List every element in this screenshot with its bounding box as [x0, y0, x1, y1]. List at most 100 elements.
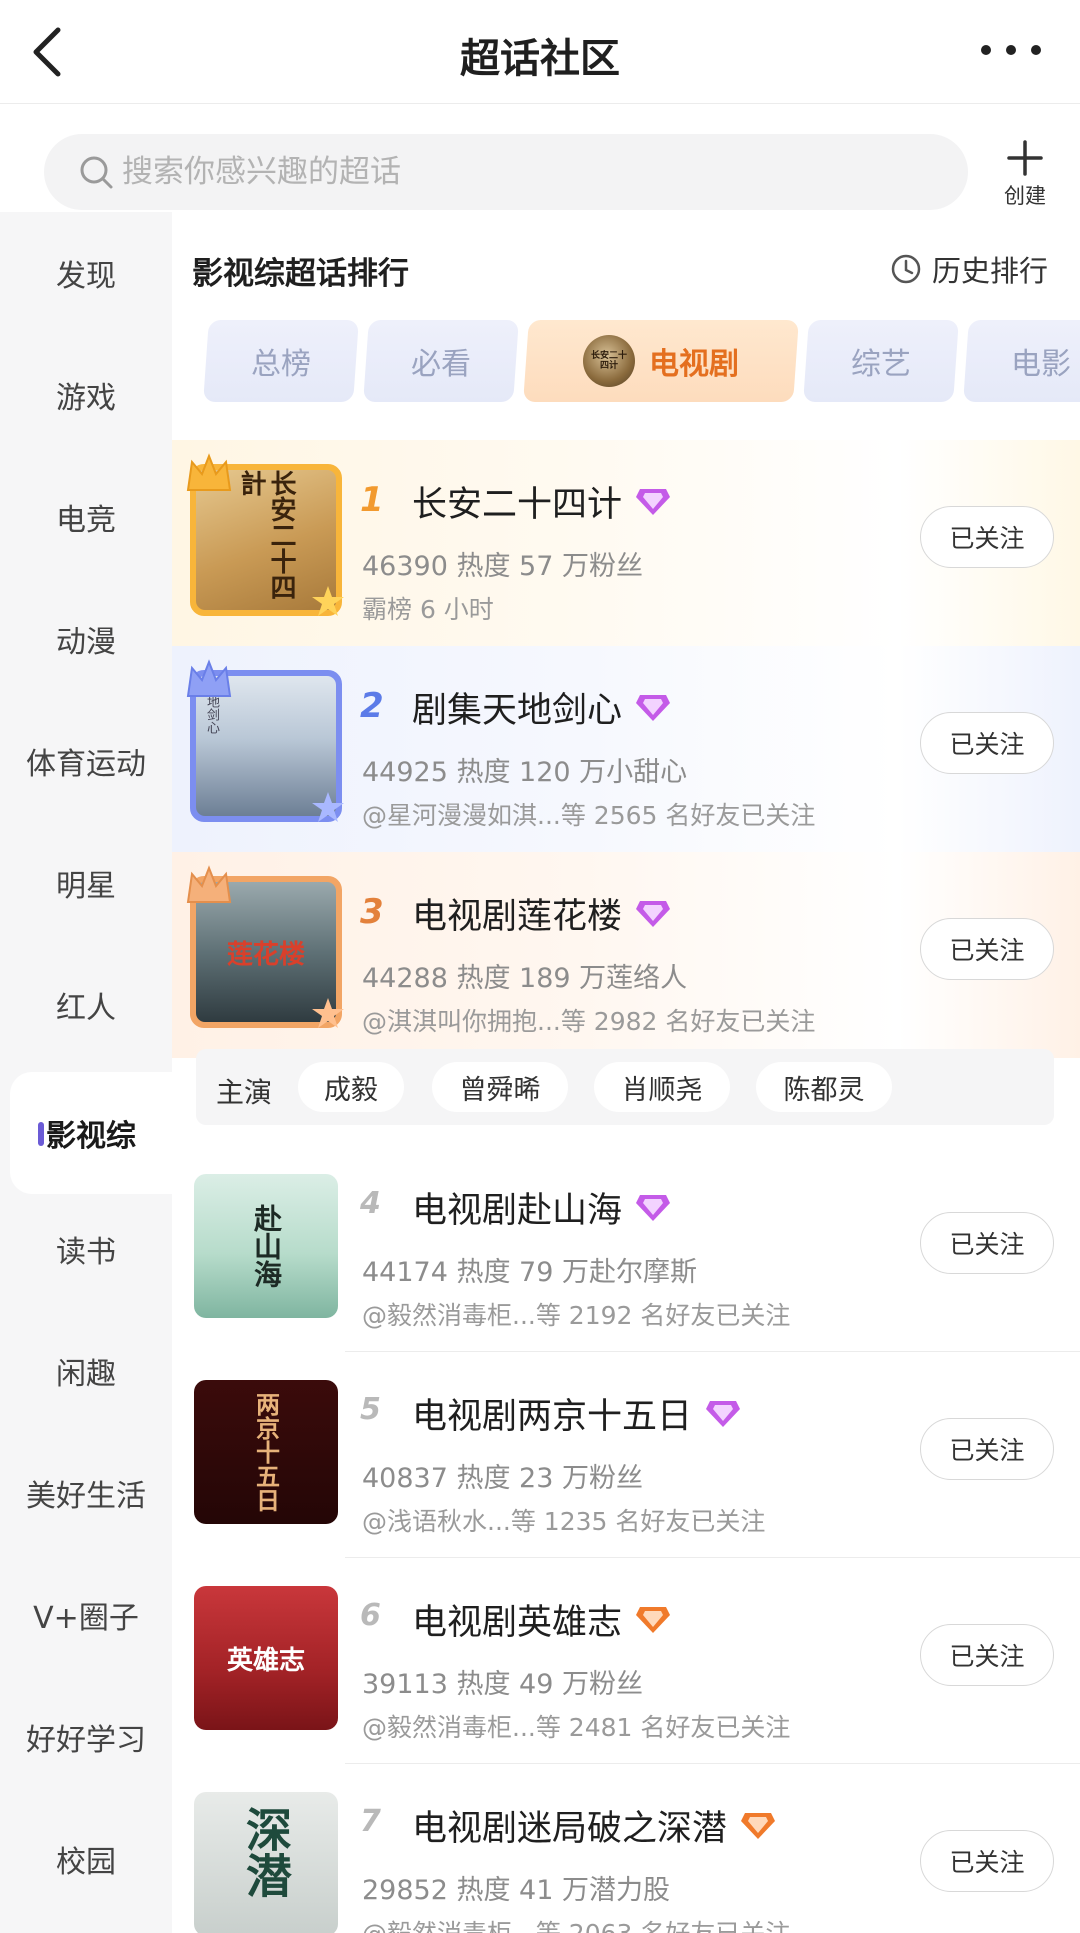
followed-button[interactable]: 已关注: [920, 1624, 1054, 1686]
poster-text: 两京十五日: [251, 1392, 281, 1512]
rank-number: 1: [360, 480, 384, 520]
followed-button[interactable]: 已关注: [920, 1418, 1054, 1480]
clock-icon: [891, 254, 921, 284]
topic-name[interactable]: 电视剧莲花楼: [412, 888, 672, 939]
ranking-item[interactable]: 天地剑心 2 剧集天地剑心 44925 热度 120 万小甜心 @星河漫漫如淇.…: [172, 646, 1080, 852]
followed-button[interactable]: 已关注: [920, 506, 1054, 568]
topic-name[interactable]: 电视剧迷局破之深潜: [412, 1800, 777, 1851]
rank-number: 7: [360, 1804, 381, 1839]
sidebar-item-discover[interactable]: 发现: [0, 212, 172, 334]
poster-text: 赴山海: [250, 1204, 283, 1288]
ranking-item[interactable]: 长安二十四計 1 长安二十四计 46390 热度 57 万粉丝 霸榜 6 小时 …: [172, 440, 1080, 646]
search-bar[interactable]: [44, 134, 968, 210]
tab-label: 电视剧: [649, 347, 739, 382]
topic-subtext: 霸榜 6 小时: [362, 595, 494, 624]
rank-number: 4: [360, 1186, 381, 1221]
sidebar-item-leisure[interactable]: 闲趣: [0, 1310, 172, 1432]
tab-tv-series[interactable]: 长安二十四计 电视剧: [523, 320, 799, 402]
sidebar-item-anime[interactable]: 动漫: [0, 578, 172, 700]
poster-image: 深潜: [194, 1792, 338, 1933]
sidebar-item-influencers[interactable]: 红人: [0, 944, 172, 1066]
create-button[interactable]: 创建: [990, 138, 1060, 208]
sidebar-item-reading[interactable]: 读书: [0, 1188, 172, 1310]
topic-thumbnail: 长安二十四計: [186, 453, 344, 616]
poster-text: 莲花楼: [226, 939, 305, 970]
crown-icon: [186, 865, 232, 903]
sidebar-item-v-circle[interactable]: V+圈子: [0, 1554, 172, 1676]
purple-gem-icon: [636, 900, 671, 927]
topic-name[interactable]: 电视剧赴山海: [412, 1182, 672, 1233]
topic-name-text: 长安二十四计: [412, 485, 623, 525]
rank-number: 5: [360, 1392, 381, 1427]
cast-row: 主演 成毅 曾舜晞 肖顺尧 陈都灵: [196, 1049, 1054, 1125]
sidebar-item-study[interactable]: 好好学习: [0, 1676, 172, 1798]
crown-icon: [186, 659, 232, 697]
tab-label: 电影: [1011, 347, 1071, 382]
orange-gem-icon: [636, 1606, 671, 1633]
tab-overall[interactable]: 总榜: [203, 320, 359, 402]
cast-chip[interactable]: 肖顺尧: [594, 1062, 730, 1112]
poster-text: 深潜: [239, 1806, 293, 1898]
sidebar-item-stars[interactable]: 明星: [0, 822, 172, 944]
rank-number: 6: [360, 1598, 381, 1633]
history-label: 历史排行: [932, 254, 1049, 288]
purple-gem-icon: [636, 488, 671, 515]
topic-name-text: 电视剧两京十五日: [412, 1397, 693, 1437]
followed-button[interactable]: 已关注: [920, 918, 1054, 980]
topic-thumbnail: 莲花楼: [186, 865, 344, 1028]
topic-name-text: 电视剧赴山海: [412, 1191, 623, 1231]
topic-subtext: @毅然消毒柜...等 2063 名好友已关注: [362, 1914, 790, 1933]
topic-name[interactable]: 电视剧英雄志: [412, 1594, 672, 1645]
topic-name-text: 电视剧英雄志: [412, 1603, 623, 1643]
topic-name[interactable]: 电视剧两京十五日: [412, 1388, 742, 1439]
poster-image: 英雄志: [194, 1586, 338, 1730]
tab-variety[interactable]: 综艺: [803, 320, 959, 402]
create-label: 创建: [1004, 184, 1046, 208]
search-icon: [80, 156, 113, 189]
followed-button[interactable]: 已关注: [920, 712, 1054, 774]
history-ranking-link[interactable]: 历史排行: [890, 248, 1048, 290]
rank-number: 2: [360, 686, 384, 726]
sidebar-item-film-tv[interactable]: 影视综: [10, 1072, 172, 1194]
more-dots-icon[interactable]: [976, 30, 1046, 70]
topic-stats: 40837 热度 23 万粉丝: [362, 1463, 643, 1494]
ranking-item[interactable]: 深潜 7 电视剧迷局破之深潜 29852 热度 41 万潜力股 @毅然消毒柜..…: [172, 1764, 1080, 1933]
top-bar: 超话社区: [0, 0, 1080, 104]
purple-gem-icon: [636, 694, 671, 721]
topic-name[interactable]: 剧集天地剑心: [412, 682, 672, 733]
orange-gem-icon: [741, 1812, 776, 1839]
topic-name-text: 电视剧迷局破之深潜: [412, 1809, 728, 1849]
poster-text: 英雄志: [226, 1645, 305, 1676]
tab-must-watch[interactable]: 必看: [363, 320, 519, 402]
page-title: 超话社区: [460, 36, 620, 82]
ranking-item[interactable]: 莲花楼 3 电视剧莲花楼 44288 热度 189 万莲络人 @淇淇叫你拥抱..…: [172, 852, 1080, 1058]
tab-label: 综艺: [851, 347, 911, 382]
topic-stats: 29852 热度 41 万潜力股: [362, 1875, 670, 1906]
sidebar-item-esports[interactable]: 电竞: [0, 456, 172, 578]
category-sidebar: 发现 游戏 电竞 动漫 体育运动 明星 红人 影视综 读书 闲趣 美好生活 V+…: [0, 212, 172, 1933]
ranking-item[interactable]: 英雄志 6 电视剧英雄志 39113 热度 49 万粉丝 @毅然消毒柜...等 …: [172, 1558, 1080, 1764]
followed-button[interactable]: 已关注: [920, 1212, 1054, 1274]
search-input[interactable]: [122, 134, 942, 210]
topic-stats: 44288 热度 189 万莲络人: [362, 963, 688, 994]
topic-subtext: @浅语秋水...等 1235 名好友已关注: [362, 1507, 766, 1536]
topic-stats: 46390 热度 57 万粉丝: [362, 551, 643, 582]
cast-chip[interactable]: 曾舜晞: [432, 1062, 568, 1112]
sidebar-item-games[interactable]: 游戏: [0, 334, 172, 456]
sidebar-item-good-life[interactable]: 美好生活: [0, 1432, 172, 1554]
topic-subtext: @毅然消毒柜...等 2192 名好友已关注: [362, 1301, 791, 1330]
sidebar-item-sports[interactable]: 体育运动: [0, 700, 172, 822]
ranking-item[interactable]: 赴山海 4 电视剧赴山海 44174 热度 79 万赴尔摩斯 @毅然消毒柜...…: [172, 1146, 1080, 1352]
tab-thumbnail: 长安二十四计: [583, 335, 635, 387]
cast-label: 主演: [216, 1076, 273, 1109]
cast-chip[interactable]: 成毅: [298, 1062, 404, 1112]
cast-chip[interactable]: 陈都灵: [756, 1062, 892, 1112]
sidebar-item-campus[interactable]: 校园: [0, 1798, 172, 1920]
topic-subtext: @毅然消毒柜...等 2481 名好友已关注: [362, 1713, 791, 1742]
tab-movies[interactable]: 电影: [963, 320, 1080, 402]
ranking-item[interactable]: 两京十五日 5 电视剧两京十五日 40837 热度 23 万粉丝 @浅语秋水..…: [172, 1352, 1080, 1558]
poster-image: 赴山海: [194, 1174, 338, 1318]
followed-button[interactable]: 已关注: [920, 1830, 1054, 1892]
topic-name-text: 电视剧莲花楼: [412, 897, 623, 937]
topic-name[interactable]: 长安二十四计: [412, 476, 672, 527]
